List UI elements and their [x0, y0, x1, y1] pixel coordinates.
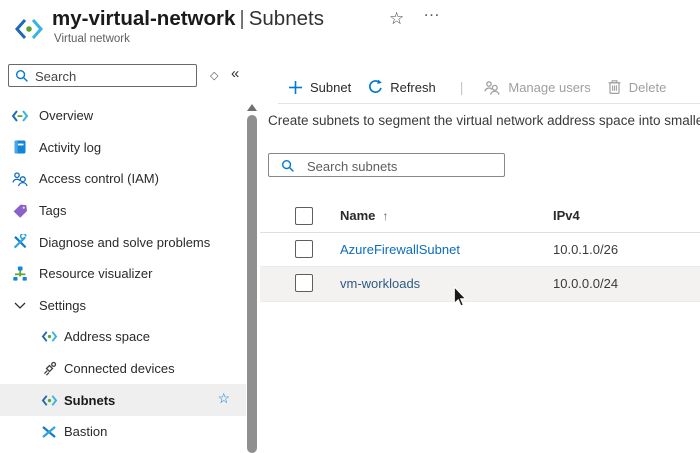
sidebar-item-label: Connected devices: [64, 361, 175, 376]
menu-pin-icon[interactable]: ◇: [210, 69, 218, 82]
resource-type-subtitle: Virtual network: [54, 33, 130, 45]
resource-name: my-virtual-network: [52, 7, 235, 30]
diagnose-icon: [10, 234, 30, 250]
plus-icon: [288, 80, 303, 95]
sidebar-item-label: Access control (IAM): [39, 171, 159, 186]
column-label: Name: [340, 208, 375, 223]
add-subnet-button[interactable]: Subnet: [288, 80, 351, 95]
title-separator: |: [235, 7, 248, 30]
sidebar-item-label: Address space: [64, 329, 150, 344]
select-all-checkbox[interactable]: [295, 207, 313, 225]
chevron-down-icon: [10, 301, 30, 310]
sidebar-item-label: Subnets: [64, 393, 115, 408]
favorite-star-icon[interactable]: ☆: [217, 390, 230, 407]
sidebar-item-resource-visualizer[interactable]: Resource visualizer: [0, 258, 246, 290]
sidebar-scrollbar-thumb[interactable]: [247, 115, 257, 453]
trash-icon: [607, 79, 622, 95]
page-title: my-virtual-network|Subnets: [52, 7, 324, 31]
add-subnet-label: Subnet: [310, 80, 351, 95]
subnet-name-link[interactable]: AzureFirewallSubnet: [340, 242, 460, 257]
manage-users-icon: [483, 80, 501, 95]
sidebar-item-label: Resource visualizer: [39, 266, 152, 281]
delete-button[interactable]: Delete: [607, 79, 667, 95]
delete-label: Delete: [629, 80, 667, 95]
subnet-search-box[interactable]: [268, 153, 505, 177]
sidebar-group-label: Settings: [39, 298, 86, 313]
overview-icon: [10, 108, 30, 124]
subnet-ipv4-value: 10.0.0.0/24: [553, 276, 618, 291]
column-label: IPv4: [553, 208, 580, 223]
sidebar-item-address-space[interactable]: Address space: [0, 321, 246, 353]
toolbar-separator: |: [460, 79, 464, 95]
blade-name: Subnets: [249, 7, 324, 30]
sidebar-item-overview[interactable]: Overview: [0, 100, 246, 132]
sidebar-item-label: Bastion: [64, 424, 107, 439]
resource-visualizer-icon: [10, 266, 30, 282]
tags-icon: [10, 203, 30, 219]
sidebar-item-subnets[interactable]: Subnets ☆: [0, 384, 246, 416]
subnet-name-link[interactable]: vm-workloads: [340, 276, 420, 291]
subnet-ipv4-value: 10.0.1.0/26: [553, 242, 618, 257]
virtual-network-icon: [14, 15, 44, 43]
search-icon: [15, 69, 29, 83]
table-row[interactable]: vm-workloads 10.0.0.0/24: [260, 267, 700, 302]
row-checkbox[interactable]: [295, 274, 313, 292]
refresh-icon: [367, 79, 383, 95]
favorite-star-icon[interactable]: ☆: [389, 9, 404, 29]
search-icon: [281, 159, 295, 173]
connected-devices-icon: [40, 361, 58, 377]
access-control-icon: [10, 171, 30, 187]
sidebar-item-label: Tags: [39, 203, 66, 218]
collapse-menu-icon[interactable]: «: [231, 65, 239, 82]
sidebar-item-access-control[interactable]: Access control (IAM): [0, 163, 246, 195]
table-row[interactable]: AzureFirewallSubnet 10.0.1.0/26: [260, 233, 700, 267]
refresh-label: Refresh: [390, 80, 436, 95]
sidebar-item-diagnose[interactable]: Diagnose and solve problems: [0, 226, 246, 258]
sort-ascending-icon: ↑: [382, 209, 388, 223]
sidebar-item-tags[interactable]: Tags: [0, 195, 246, 227]
sidebar-item-activity-log[interactable]: Activity log: [0, 132, 246, 164]
bastion-icon: [40, 425, 58, 439]
command-bar: Subnet Refresh | Manage users: [288, 75, 666, 99]
subnet-search-input[interactable]: [305, 156, 503, 176]
sidebar-group-settings[interactable]: Settings: [0, 290, 246, 322]
row-checkbox[interactable]: [295, 240, 313, 258]
sidebar-item-label: Overview: [39, 108, 93, 123]
column-header-name[interactable]: Name ↑: [340, 208, 388, 223]
scrollbar-up-arrow[interactable]: [247, 104, 257, 111]
sidebar-item-bastion[interactable]: Bastion: [0, 416, 246, 448]
toolbar-divider: [278, 103, 700, 104]
sidebar-search-input[interactable]: [33, 66, 195, 87]
manage-users-button[interactable]: Manage users: [483, 80, 590, 95]
column-header-ipv4[interactable]: IPv4: [553, 208, 580, 223]
sidebar-item-label: Diagnose and solve problems: [39, 235, 210, 250]
refresh-button[interactable]: Refresh: [367, 79, 436, 95]
address-space-icon: [40, 329, 58, 344]
activity-log-icon: [10, 139, 30, 155]
more-options-icon[interactable]: …: [423, 1, 441, 21]
manage-users-label: Manage users: [508, 80, 590, 95]
sidebar-nav: Overview Activity log Access control (IA…: [0, 100, 246, 448]
table-header-row: Name ↑ IPv4: [260, 200, 700, 233]
subnets-icon: [40, 393, 58, 408]
sidebar-search-box[interactable]: [8, 64, 197, 87]
sidebar-item-connected-devices[interactable]: Connected devices: [0, 353, 246, 385]
blade-description: Create subnets to segment the virtual ne…: [268, 113, 700, 128]
sidebar-item-label: Activity log: [39, 140, 101, 155]
